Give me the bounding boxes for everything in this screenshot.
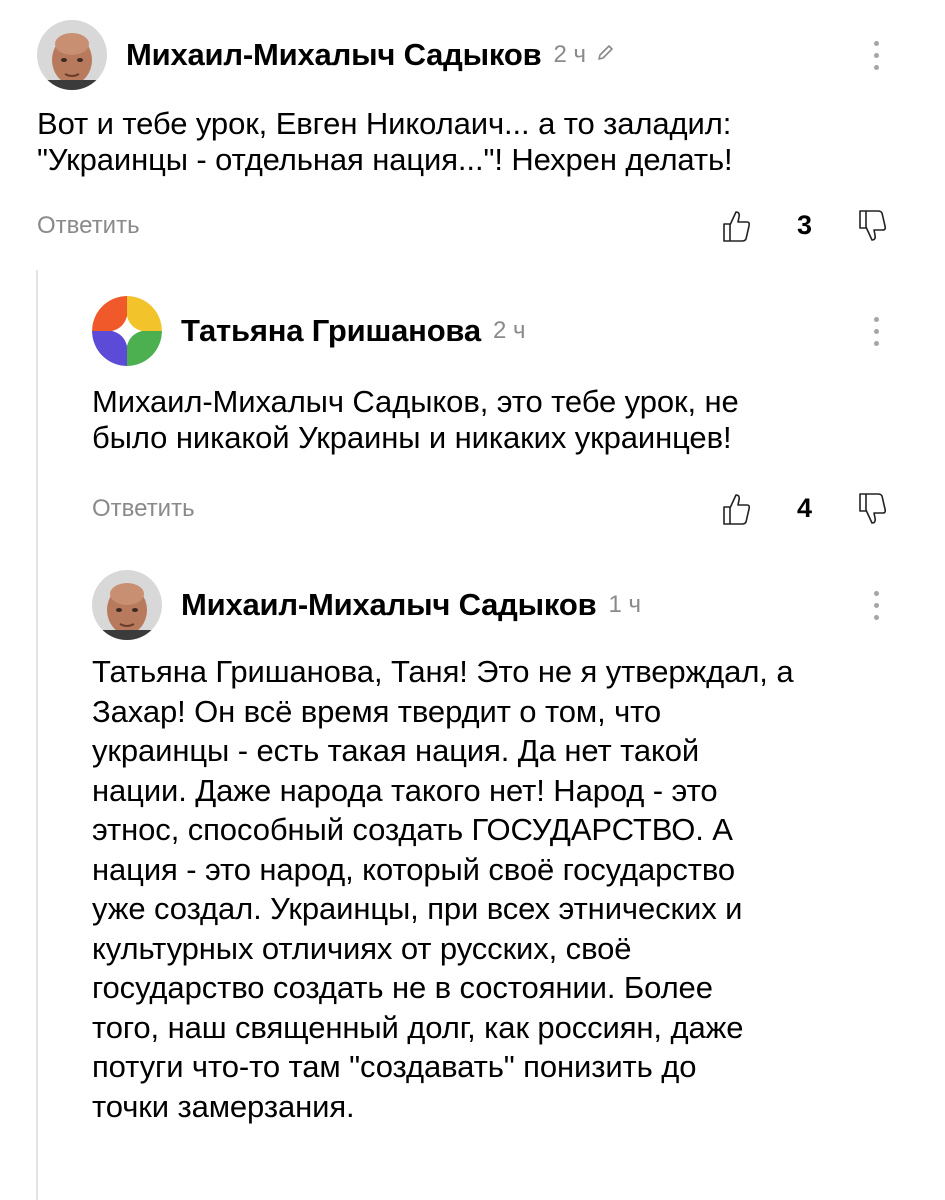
thumbs-down-icon[interactable] (857, 208, 887, 249)
timestamp: 2 ч (492, 317, 526, 344)
avatar[interactable] (92, 570, 162, 640)
comment-line: "Украинцы - отдельная нация..."! Нехрен … (37, 142, 733, 177)
comment-line: культурных отличиях от русских, своё (92, 930, 632, 966)
timestamp: 2 ч (553, 41, 586, 68)
comment-line: украинцы - есть такая нация. Да нет тако… (92, 733, 700, 768)
comment-line: нации. Даже народа такого нет! Народ - э… (92, 772, 718, 808)
comment-actions: Ответить 4 (92, 491, 907, 531)
thread-line (36, 270, 38, 1200)
comment-line: потуги что-то там "создавать" понизить д… (92, 1049, 697, 1084)
timestamp: 1 ч (608, 591, 641, 618)
comment-line: того, наш священный долг, как россиян, д… (92, 1009, 744, 1045)
comment-line: государство создать не в состоянии. Боле… (92, 970, 713, 1005)
thumbs-up-icon[interactable] (721, 491, 751, 532)
comment-text: Вот и тебе урок, Евген Николаич... а то … (37, 106, 733, 178)
reply-button[interactable]: Ответить (37, 212, 140, 240)
comment-line: Вот и тебе урок, Евген Николаич... а то … (37, 106, 732, 141)
comment-line: Захар! Он всё время твердит о том, что (92, 693, 662, 729)
comment-2: Татьяна Гришанова 2 ч Михаил-Михалыч Сад… (92, 296, 907, 536)
pencil-icon (596, 44, 614, 67)
like-count: 3 (797, 210, 813, 240)
comment-3: Михаил-Михалыч Садыков 1 ч Татьяна Гриша… (92, 570, 907, 1200)
like-count: 4 (797, 493, 813, 523)
author-name[interactable]: Михаил-Михалыч Садыков (181, 587, 597, 623)
author-name[interactable]: Михаил-Михалыч Садыков (126, 37, 542, 73)
comment-text: Михаил-Михалыч Садыков, это тебе урок, н… (92, 384, 739, 456)
comment-line: Татьяна Гришанова, Таня! Это не я утверж… (92, 654, 794, 689)
author-name[interactable]: Татьяна Гришанова (181, 313, 481, 349)
comment-header: Михаил-Михалыч Садыков 1 ч (92, 570, 641, 640)
avatar[interactable] (37, 20, 107, 90)
more-options-icon[interactable] (861, 308, 891, 354)
comment-1: Михаил-Михалыч Садыков 2 ч Вот и тебе ур… (37, 20, 907, 250)
thumbs-down-icon[interactable] (857, 491, 887, 532)
comment-header: Татьяна Гришанова 2 ч (92, 296, 525, 366)
comment-actions: Ответить 3 (37, 208, 907, 248)
thumbs-up-icon[interactable] (721, 208, 751, 249)
comment-line: было никакой Украины и никаких украинцев… (92, 420, 732, 455)
comment-line: Михаил-Михалыч Садыков, это тебе урок, н… (92, 384, 739, 419)
more-options-icon[interactable] (861, 32, 891, 78)
reply-button[interactable]: Ответить (92, 495, 195, 523)
more-options-icon[interactable] (861, 582, 891, 628)
comment-text: Татьяна Гришанова, Таня! Это не я утверж… (92, 652, 794, 1126)
comment-line: точки замерзания. (92, 1088, 355, 1124)
avatar[interactable] (92, 296, 162, 366)
comment-line: уже создал. Украинцы, при всех этнически… (92, 891, 743, 926)
comment-line: этнос, способный создать ГОСУДАРСТВО. А (92, 812, 733, 847)
comment-header: Михаил-Михалыч Садыков 2 ч (37, 20, 614, 90)
comment-line: нация - это народ, который своё государс… (92, 851, 735, 887)
